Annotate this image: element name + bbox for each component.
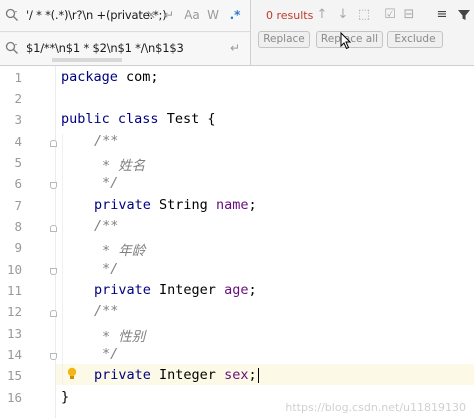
replace-newline-icon[interactable]: ↵ — [227, 40, 243, 56]
code-line-9[interactable]: * 年龄 — [102, 239, 145, 259]
find-replace-panel: '/ * *(.*)\r?\n +(private.*;) ✕ ↵ Aa W .… — [0, 0, 474, 66]
line-number: 7 — [14, 198, 22, 213]
field-name: name — [215, 197, 249, 213]
line-number: 12 — [6, 304, 22, 319]
indent-guide — [62, 134, 63, 384]
line-number: 15 — [6, 368, 22, 383]
regex-icon[interactable]: .* — [227, 7, 243, 23]
line-number: 2 — [14, 91, 22, 106]
code-line-5[interactable]: * 姓名 — [102, 154, 145, 174]
line-number: 5 — [14, 155, 22, 170]
code-line-12[interactable]: /** — [94, 303, 118, 319]
search-field[interactable]: '/ * *(.*)\r?\n +(private.*;) ✕ ↵ Aa W .… — [0, 0, 250, 32]
code-line-8[interactable]: /** — [94, 218, 118, 234]
text-caret — [257, 367, 259, 383]
match-case-icon[interactable]: Aa — [184, 7, 200, 23]
code-text: ; — [248, 197, 257, 213]
code-text: Test { — [158, 111, 216, 127]
fold-marker-icon[interactable] — [50, 353, 57, 360]
replace-input[interactable]: $1/**\n$1 * $2\n$1 */\n$1$3 — [26, 41, 184, 55]
multiline-icon[interactable]: ≡ — [433, 6, 451, 24]
fold-marker-icon[interactable] — [50, 310, 57, 317]
code-editor[interactable]: 1 2 3 4 5 6 7 8 9 10 11 12 13 14 15 16 p… — [0, 66, 474, 418]
keyword: package — [61, 69, 118, 85]
replace-search-icon[interactable] — [5, 41, 19, 55]
newline-icon[interactable]: ↵ — [161, 7, 177, 23]
search-icon[interactable] — [5, 8, 19, 22]
type-name: Integer — [150, 367, 225, 383]
line-number: 1 — [14, 70, 22, 85]
exclude-button[interactable]: Exclude — [387, 31, 443, 48]
line-number: 3 — [14, 112, 22, 127]
code-line-4[interactable]: /** — [94, 133, 118, 149]
replace-button[interactable]: Replace — [258, 31, 310, 48]
fold-marker-icon[interactable] — [50, 182, 57, 189]
filter-search-results-icon[interactable]: ☑ — [381, 6, 399, 24]
keyword: class — [117, 111, 159, 127]
line-number: 9 — [14, 240, 22, 255]
keyword: private — [94, 367, 151, 383]
line-number: 13 — [6, 326, 22, 341]
code-text: ; — [248, 367, 257, 383]
next-occurrence-icon[interactable]: ↓ — [334, 6, 352, 24]
text-selection — [52, 58, 122, 62]
code-line-14[interactable]: */ — [102, 346, 118, 362]
code-line-11[interactable]: private Integer age; — [94, 282, 257, 298]
code-text: ; — [248, 282, 257, 298]
line-number: 11 — [6, 283, 22, 298]
watermark: https://blog.csdn.net/u11819130 — [285, 401, 466, 414]
code-line-7[interactable]: private String name; — [94, 197, 257, 213]
field-name: age — [224, 282, 249, 298]
line-number: 8 — [14, 219, 22, 234]
type-name: Integer — [150, 282, 225, 298]
code-line-15[interactable]: private Integer sex; — [94, 367, 259, 383]
close-icon[interactable]: ✕ — [143, 7, 159, 23]
code-line-10[interactable]: */ — [102, 261, 118, 277]
field-name: sex — [224, 367, 249, 383]
keyword: private — [94, 282, 151, 298]
in-selection-icon[interactable]: ⊟ — [400, 6, 418, 24]
mouse-cursor-icon — [340, 32, 352, 50]
fold-marker-icon[interactable] — [50, 225, 57, 232]
fold-marker-icon[interactable] — [50, 268, 57, 275]
type-name: String — [150, 197, 216, 213]
results-count: 0 results — [266, 9, 314, 22]
words-icon[interactable]: W — [205, 7, 221, 23]
fold-marker-icon[interactable] — [50, 140, 57, 147]
code-line-13[interactable]: * 性别 — [102, 325, 145, 345]
line-number: 14 — [6, 347, 22, 362]
previous-occurrence-icon[interactable]: ↑ — [313, 6, 331, 24]
line-number: 10 — [6, 262, 22, 277]
code-line-6[interactable]: */ — [102, 175, 118, 191]
filter-icon[interactable] — [455, 6, 473, 24]
keyword: public — [61, 111, 110, 127]
code-line-1[interactable]: package com; — [61, 69, 159, 85]
gutter-divider — [55, 66, 56, 418]
code-text: com; — [117, 69, 159, 85]
line-number: 6 — [14, 176, 22, 191]
keyword: private — [94, 197, 151, 213]
line-number: 16 — [6, 390, 22, 405]
lightbulb-icon[interactable] — [66, 367, 78, 381]
code-line-3[interactable]: public class Test { — [61, 111, 215, 127]
code-line-16[interactable]: } — [61, 389, 69, 405]
select-all-occurrences-icon[interactable]: ⬚ — [355, 6, 373, 24]
line-number: 4 — [14, 134, 22, 149]
replace-field[interactable]: $1/**\n$1 * $2\n$1 */\n$1$3 ↵ — [0, 33, 250, 65]
divider — [250, 0, 251, 66]
